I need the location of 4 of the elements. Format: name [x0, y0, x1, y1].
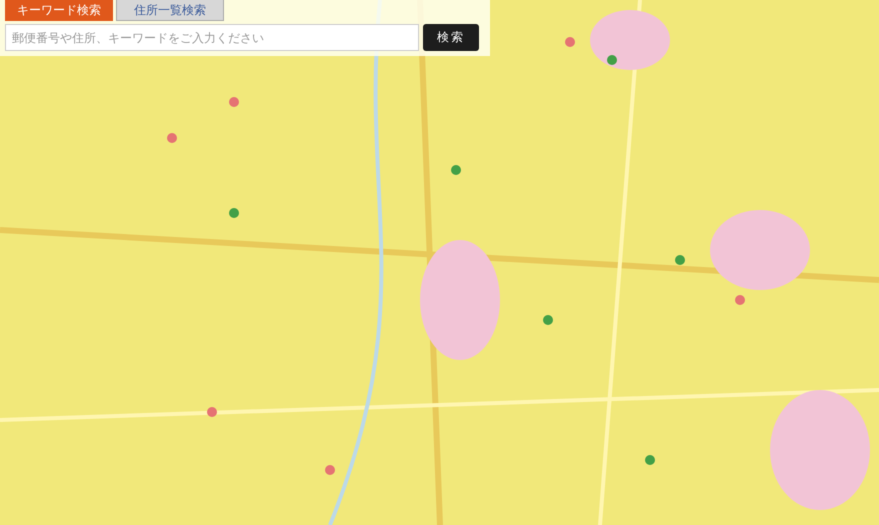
- search-tab[interactable]: キーワード検索: [5, 0, 113, 21]
- search-field[interactable]: 郵便番号や住所、キーワードをご入力ください: [5, 24, 419, 51]
- search-tab[interactable]: 住所一覧検索: [116, 0, 224, 21]
- search-button[interactable]: 検索: [423, 24, 479, 51]
